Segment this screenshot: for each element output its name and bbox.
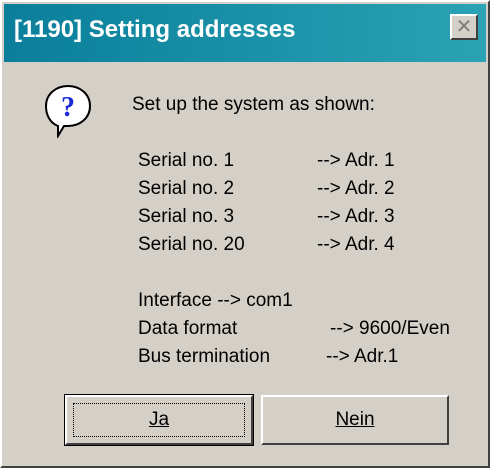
close-button[interactable]: ✕	[450, 14, 478, 40]
serial-label-4: Serial no. 20	[138, 234, 245, 255]
question-icon: ?	[44, 84, 92, 143]
serial-label-1: Serial no. 1	[138, 150, 235, 171]
window-title: [1190] Setting addresses	[14, 16, 296, 43]
yes-button-label: Ja	[148, 409, 170, 430]
no-button-label: Nein	[335, 409, 375, 430]
bus-termination-value: --> Adr.1	[326, 346, 399, 367]
no-button[interactable]: Nein	[261, 395, 449, 445]
bus-termination-label: Bus termination	[138, 346, 271, 367]
serial-value-2: --> Adr. 2	[317, 178, 395, 199]
prompt-text: Set up the system as shown:	[132, 94, 375, 115]
title-bar[interactable]: [1190] Setting addresses ✕	[4, 4, 486, 62]
serial-value-3: --> Adr. 3	[317, 206, 395, 227]
dialog-window: [1190] Setting addresses ✕ ? Set up the …	[0, 0, 490, 468]
yes-button[interactable]: Ja	[64, 394, 254, 446]
close-icon[interactable]: ✕	[452, 16, 476, 38]
serial-label-3: Serial no. 3	[138, 206, 235, 227]
interface-line: Interface --> com1	[138, 290, 293, 311]
data-format-label: Data format	[138, 318, 238, 339]
svg-text:?: ?	[61, 92, 75, 123]
serial-label-2: Serial no. 2	[138, 178, 235, 199]
serial-value-4: --> Adr. 4	[317, 234, 395, 255]
data-format-value: --> 9600/Even	[330, 318, 450, 339]
serial-value-1: --> Adr. 1	[317, 150, 395, 171]
